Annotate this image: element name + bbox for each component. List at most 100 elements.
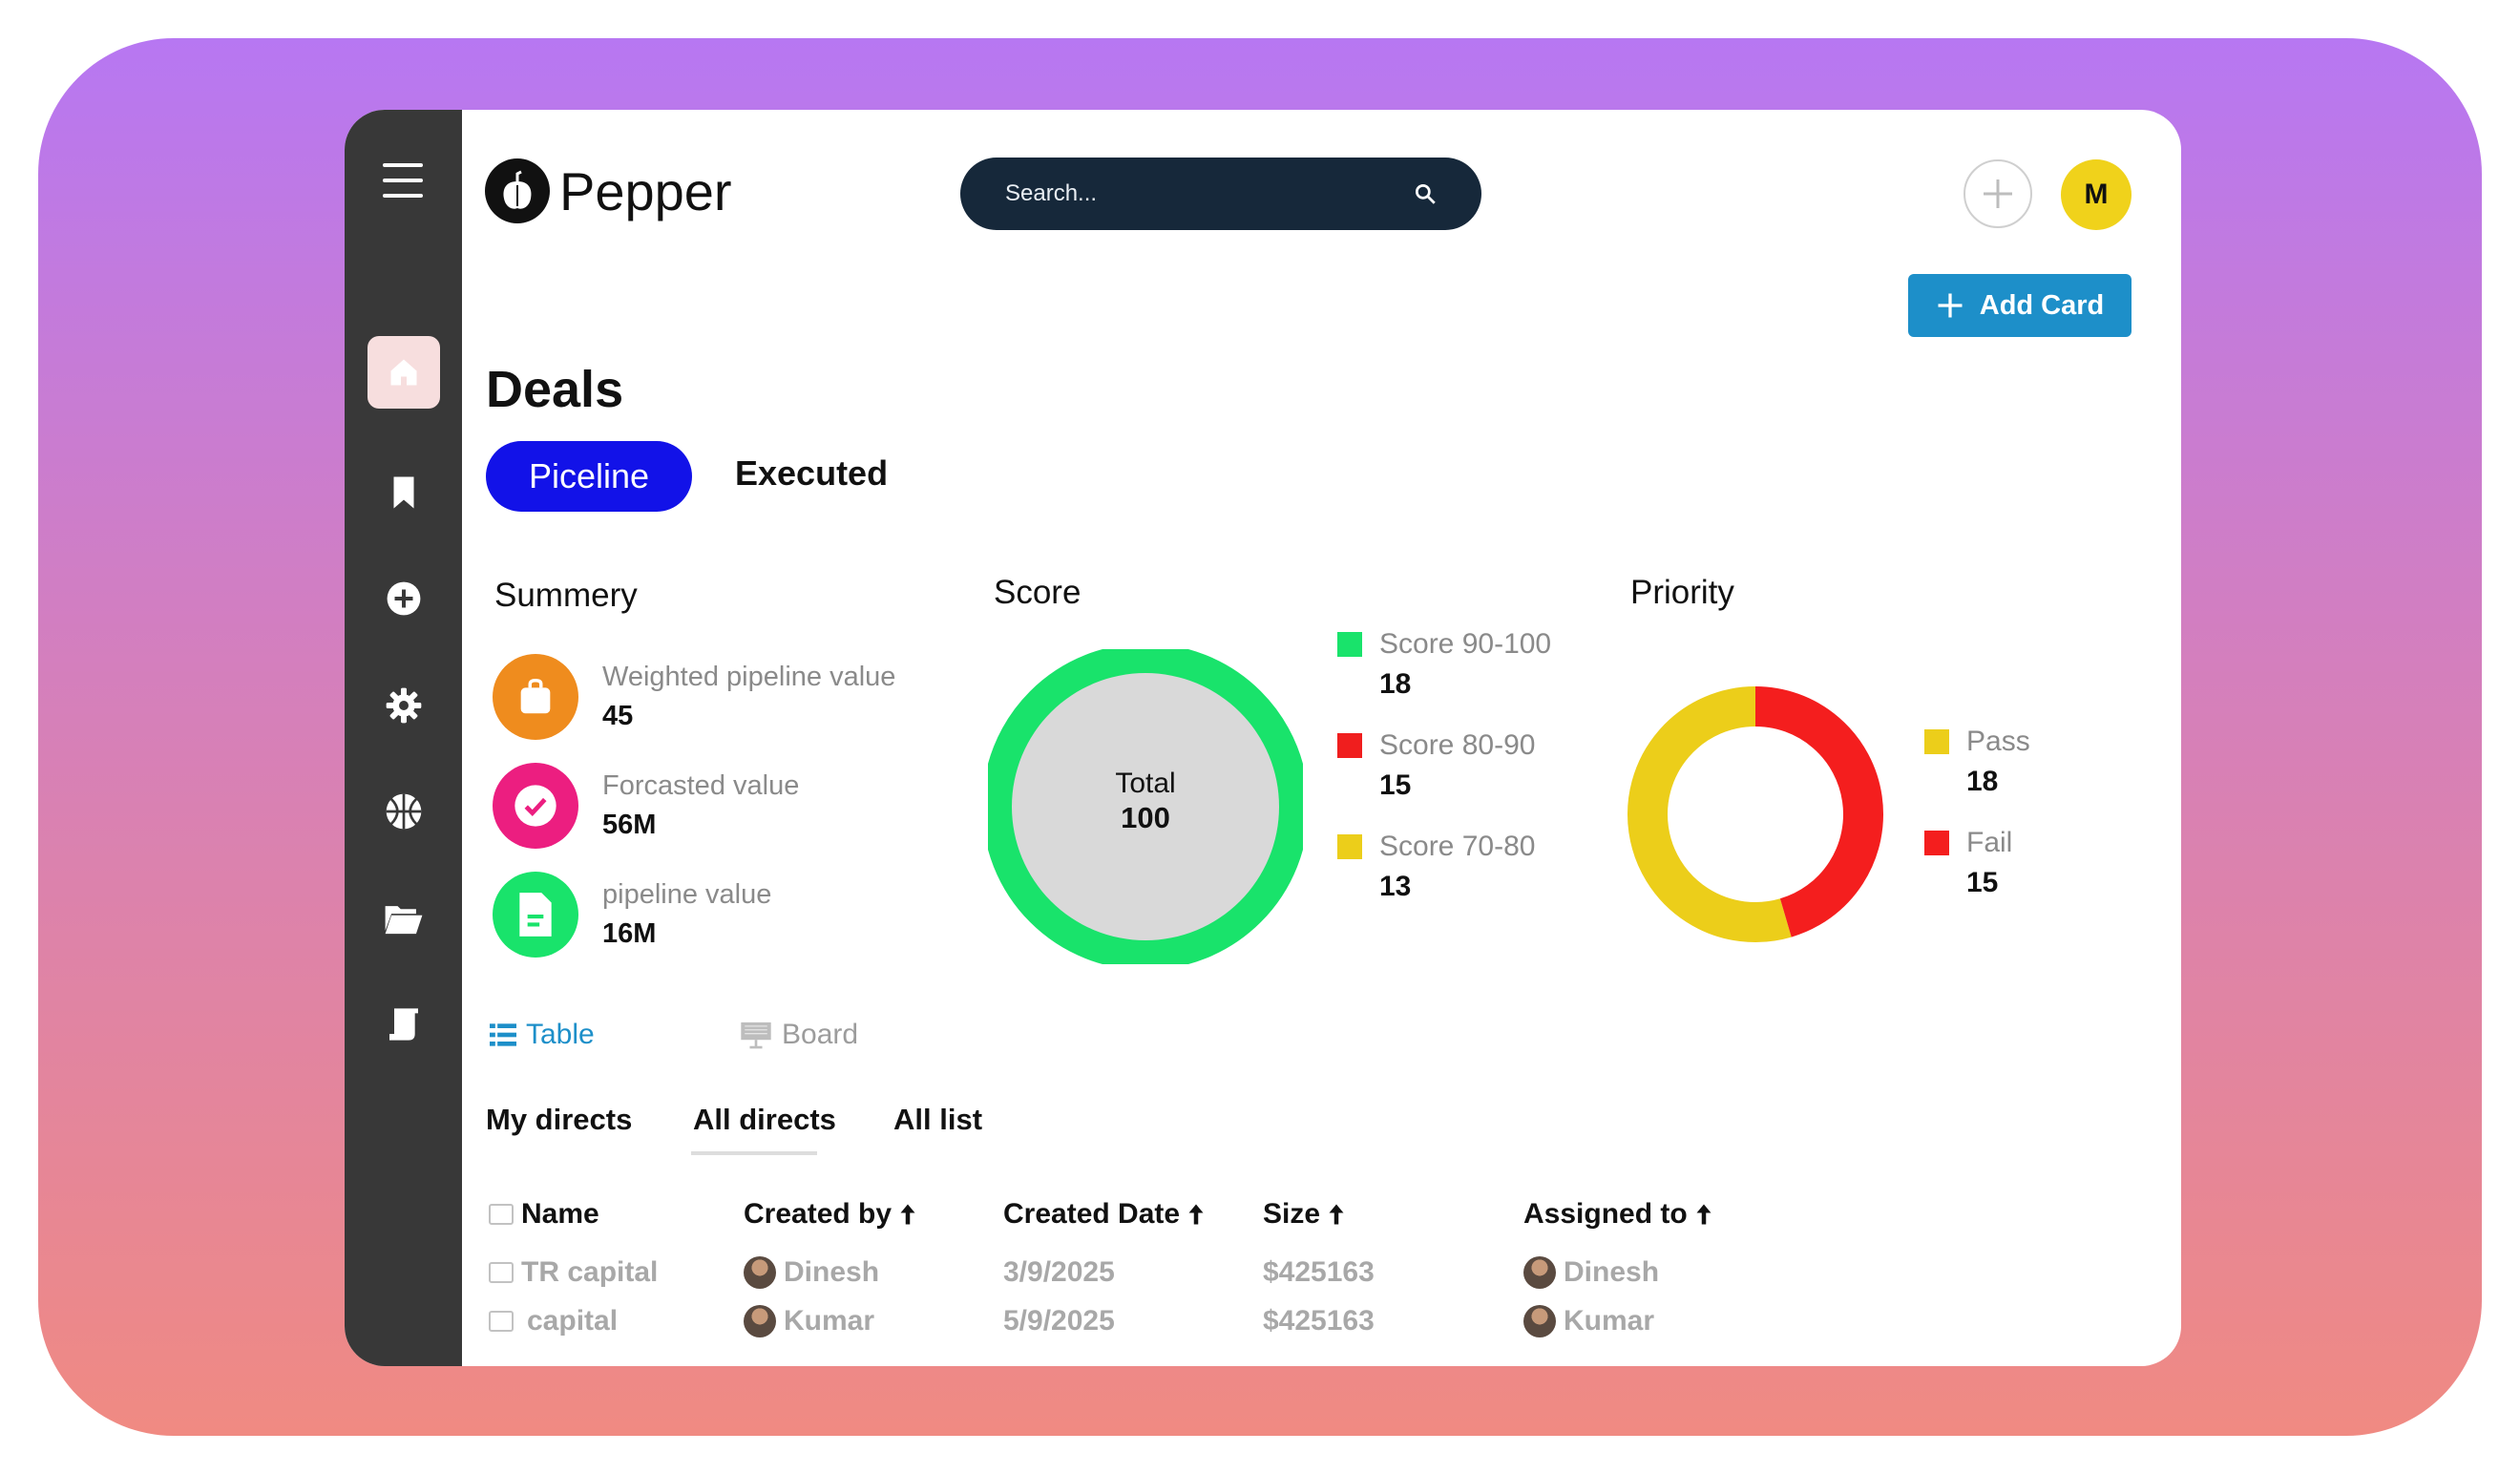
subtab-all-list[interactable]: All list — [893, 1103, 982, 1137]
sidebar-item-folders[interactable] — [368, 882, 440, 955]
column-header-created-date[interactable]: Created Date — [1003, 1198, 1205, 1231]
table-row-name[interactable]: TR capital — [489, 1256, 658, 1289]
sidebar-item-sports[interactable] — [368, 775, 440, 848]
sort-arrow-up-icon — [1188, 1204, 1204, 1225]
app-window: Pepper M Add Card Deals Piceline Execute… — [345, 110, 2181, 1366]
legend-label: Score 90-100 — [1379, 628, 1552, 660]
legend-value: 15 — [1379, 769, 1412, 801]
summary-item-pipeline: pipeline value 16M — [493, 872, 771, 958]
legend-value: 18 — [1966, 766, 1999, 797]
cell-assigned-to: Kumar — [1564, 1305, 1655, 1337]
column-label: Size — [1263, 1198, 1321, 1230]
column-header-name[interactable]: Name — [489, 1198, 599, 1231]
legend-value: 13 — [1379, 871, 1412, 902]
sidebar-item-bookmarks[interactable] — [368, 456, 440, 529]
column-header-assigned-to[interactable]: Assigned to — [1523, 1198, 1712, 1231]
priority-legend: Pass 18 Fail 15 — [1924, 726, 2030, 899]
legend-label: Score 70-80 — [1379, 831, 1536, 862]
plus-icon — [1984, 179, 2012, 208]
sidebar-item-scroll[interactable] — [368, 988, 440, 1061]
active-subtab-underline — [691, 1151, 817, 1155]
donut-slice-pass — [1628, 686, 1792, 942]
column-header-size[interactable]: Size — [1263, 1198, 1345, 1231]
column-header-created-by[interactable]: Created by — [744, 1198, 916, 1231]
score-legend: Score 90-100 18 Score 80-90 15 Score 70-… — [1337, 628, 1551, 903]
sidebar-item-home[interactable] — [368, 336, 440, 409]
bookmark-icon — [393, 476, 414, 509]
cell-name: TR capital — [521, 1256, 659, 1288]
row-checkbox[interactable] — [489, 1262, 514, 1283]
legend-swatch — [1924, 729, 1949, 754]
app-logo[interactable]: Pepper — [485, 158, 732, 223]
sort-arrow-up-icon — [900, 1204, 915, 1225]
search-bar[interactable] — [960, 158, 1481, 230]
legend-value: 18 — [1379, 668, 1412, 700]
cell-created-date: 5/9/2025 — [1003, 1305, 1115, 1337]
list-icon — [490, 1023, 516, 1046]
subtab-my-directs[interactable]: My directs — [486, 1103, 632, 1137]
user-avatar-icon — [744, 1305, 776, 1337]
cell-size: $425163 — [1263, 1305, 1375, 1337]
add-card-label: Add Card — [1979, 289, 2105, 321]
score-center-label: Total — [1115, 768, 1175, 799]
cell-created-by: Kumar — [784, 1305, 875, 1337]
cell-assigned-to: Dinesh — [1564, 1256, 1660, 1288]
summary-value: 45 — [602, 701, 634, 731]
page-title: Deals — [486, 361, 624, 418]
summary-label: pipeline value — [602, 879, 772, 910]
table-cell-assigned-to: Kumar — [1523, 1305, 1654, 1337]
app-name: Pepper — [559, 160, 732, 221]
user-avatar-icon — [1523, 1305, 1556, 1337]
legend-label: Score 80-90 — [1379, 729, 1536, 761]
legend-swatch — [1924, 831, 1949, 855]
cell-created-date: 3/9/2025 — [1003, 1256, 1115, 1288]
document-icon — [493, 872, 578, 958]
sidebar-item-settings[interactable] — [368, 669, 440, 742]
legend-label: Pass — [1966, 726, 2030, 757]
legend-label: Fail — [1966, 827, 2013, 858]
pepper-logo-icon — [485, 158, 550, 223]
table-cell-assigned-to: Dinesh — [1523, 1256, 1659, 1289]
add-circle-icon — [387, 581, 421, 616]
search-input[interactable] — [1003, 179, 1398, 208]
tab-executed[interactable]: Executed — [735, 453, 888, 494]
view-toggle-board[interactable]: Board — [740, 1019, 858, 1051]
board-label: Board — [782, 1019, 859, 1050]
tab-pipeline[interactable]: Piceline — [486, 441, 692, 512]
create-button[interactable] — [1964, 159, 2032, 228]
sidebar-item-add[interactable] — [368, 562, 440, 635]
table-label: Table — [526, 1019, 595, 1050]
priority-title: Priority — [1630, 574, 1734, 611]
cell-size: $425163 — [1263, 1256, 1375, 1288]
score-donut-chart: Total 100 — [988, 649, 1303, 964]
legend-value: 15 — [1966, 867, 1999, 898]
user-avatar-icon — [1523, 1256, 1556, 1289]
row-checkbox[interactable] — [489, 1311, 514, 1332]
summary-value: 56M — [602, 810, 657, 840]
gear-icon — [386, 687, 422, 724]
select-all-checkbox[interactable] — [489, 1204, 514, 1225]
sort-arrow-up-icon — [1696, 1204, 1712, 1225]
user-avatar[interactable]: M — [2061, 159, 2132, 230]
summary-title: Summery — [494, 577, 638, 614]
column-label: Assigned to — [1523, 1198, 1688, 1230]
table-row-name[interactable]: capital — [489, 1305, 618, 1337]
table-cell-created-by: Kumar — [744, 1305, 874, 1337]
summary-label: Weighted pipeline value — [602, 662, 896, 692]
menu-icon[interactable] — [383, 163, 423, 198]
score-title: Score — [994, 574, 1082, 611]
cell-name: capital — [527, 1305, 619, 1337]
score-center-value: 100 — [1121, 801, 1170, 834]
view-toggle-table[interactable]: Table — [490, 1019, 595, 1051]
cell-created-by: Dinesh — [784, 1256, 880, 1288]
board-icon — [741, 1021, 771, 1049]
add-card-button[interactable]: Add Card — [1908, 274, 2132, 337]
subtab-all-directs[interactable]: All directs — [693, 1103, 836, 1137]
column-label: Created by — [744, 1198, 892, 1230]
plus-icon — [1938, 293, 1963, 318]
table-cell-created-by: Dinesh — [744, 1256, 879, 1289]
sort-arrow-up-icon — [1329, 1204, 1344, 1225]
summary-item-weighted: Weighted pipeline value 45 — [493, 654, 895, 740]
search-icon[interactable] — [1413, 181, 1438, 206]
folder-open-icon — [385, 906, 423, 935]
